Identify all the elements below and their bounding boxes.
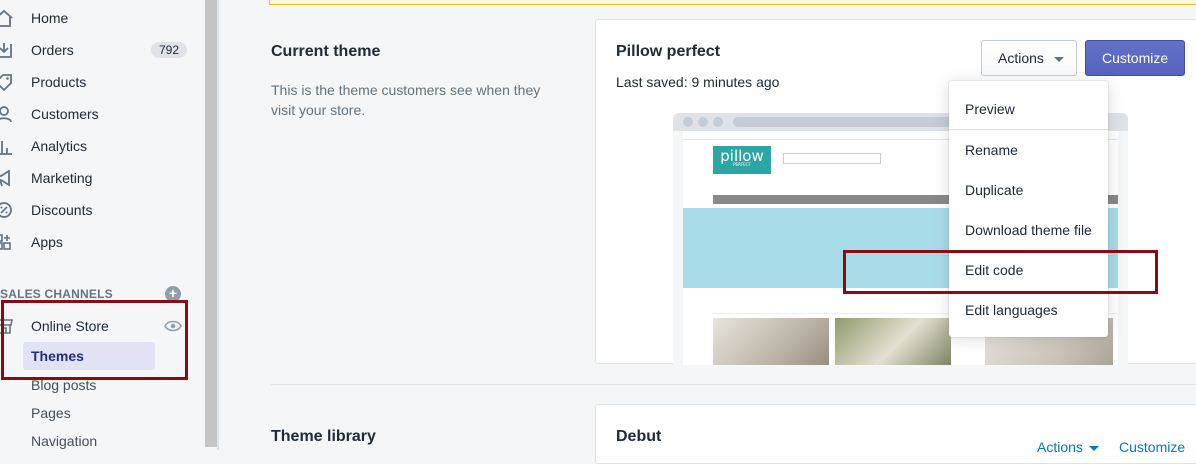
menu-item-duplicate[interactable]: Duplicate [965, 182, 1023, 198]
chart-icon [0, 141, 12, 155]
sales-channels-heading: SALES CHANNELS [0, 287, 113, 301]
person-icon [0, 106, 12, 123]
sidebar-item-label: Online Store [31, 318, 109, 334]
sidebar-item-label: Customers [31, 106, 99, 122]
menu-divider [949, 129, 1108, 130]
sidebar: Home Orders 792 Products Customers Analy… [0, 0, 204, 450]
current-theme-description: This is the theme customers see when the… [271, 82, 541, 118]
sidebar-scrollbar[interactable] [205, 0, 217, 447]
menu-item-rename[interactable]: Rename [965, 142, 1018, 158]
sidebar-item-label: Themes [31, 348, 84, 364]
sidebar-item-label: Home [31, 10, 69, 26]
customize-label: Customize [1102, 50, 1169, 66]
add-channel-icon[interactable]: + [165, 286, 181, 302]
preview-product-image [835, 318, 951, 365]
orders-icon [0, 43, 12, 58]
sidebar-item-home[interactable]: Home [0, 2, 190, 34]
sidebar-item-themes[interactable]: Themes [23, 342, 155, 370]
library-customize-link[interactable]: Customize [1119, 439, 1185, 455]
sidebar-item-label: Analytics [31, 138, 88, 154]
sidebar-divider [217, 0, 219, 450]
apps-icon [0, 234, 11, 250]
sidebar-item-label: Apps [31, 234, 63, 250]
sidebar-item-label: Discounts [31, 202, 93, 218]
tag-icon [0, 74, 12, 91]
sidebar-item-pages[interactable]: Pages [31, 405, 71, 421]
discount-icon [0, 202, 12, 218]
home-icon [0, 9, 13, 27]
sidebar-item-online-store[interactable]: Online Store [0, 310, 190, 342]
current-theme-heading: Current theme [271, 43, 381, 60]
sidebar-item-label: Products [31, 74, 87, 90]
sidebar-item-discounts[interactable]: Discounts [0, 194, 190, 226]
preview-product-image [713, 318, 829, 365]
theme-library-card [595, 404, 1196, 464]
orders-count-badge: 792 [151, 42, 188, 58]
theme-name: Pillow perfect [616, 43, 721, 60]
top-banner [269, 0, 1196, 5]
sidebar-item-marketing[interactable]: Marketing [0, 162, 190, 194]
theme-library-heading: Theme library [271, 428, 376, 445]
sidebar-item-products[interactable]: Products [0, 66, 190, 98]
sidebar-item-analytics[interactable]: Analytics [0, 130, 190, 162]
megaphone-icon [0, 169, 10, 187]
sidebar-item-orders[interactable]: Orders 792 [0, 34, 190, 66]
store-icon [0, 319, 13, 334]
sidebar-item-label: Orders [31, 42, 74, 58]
library-actions-label: Actions [1037, 439, 1083, 455]
menu-item-edit-languages[interactable]: Edit languages [965, 302, 1058, 318]
customize-button[interactable]: Customize [1085, 40, 1185, 76]
sidebar-item-navigation[interactable]: Navigation [31, 433, 97, 449]
actions-label: Actions [998, 50, 1044, 66]
menu-item-download-theme-file[interactable]: Download theme file [965, 222, 1092, 238]
section-divider [271, 384, 1196, 385]
library-actions-link[interactable]: Actions [1037, 439, 1099, 455]
menu-item-preview[interactable]: Preview [965, 101, 1015, 117]
eye-icon[interactable] [164, 319, 182, 333]
library-theme-name: Debut [616, 428, 662, 445]
menu-item-edit-code[interactable]: Edit code [965, 262, 1023, 278]
sidebar-item-blog-posts[interactable]: Blog posts [31, 377, 96, 393]
actions-dropdown-menu: Preview Rename Duplicate Download theme … [949, 81, 1108, 337]
last-saved-text: Last saved: 9 minutes ago [616, 74, 780, 90]
sidebar-item-customers[interactable]: Customers [0, 98, 190, 130]
sidebar-item-apps[interactable]: Apps [0, 226, 190, 258]
preview-logo: pillow PERFECT [713, 146, 771, 174]
sidebar-item-label: Marketing [31, 170, 93, 186]
chevron-down-icon [1054, 57, 1064, 62]
chevron-down-icon [1088, 445, 1099, 451]
actions-button[interactable]: Actions [981, 40, 1077, 76]
